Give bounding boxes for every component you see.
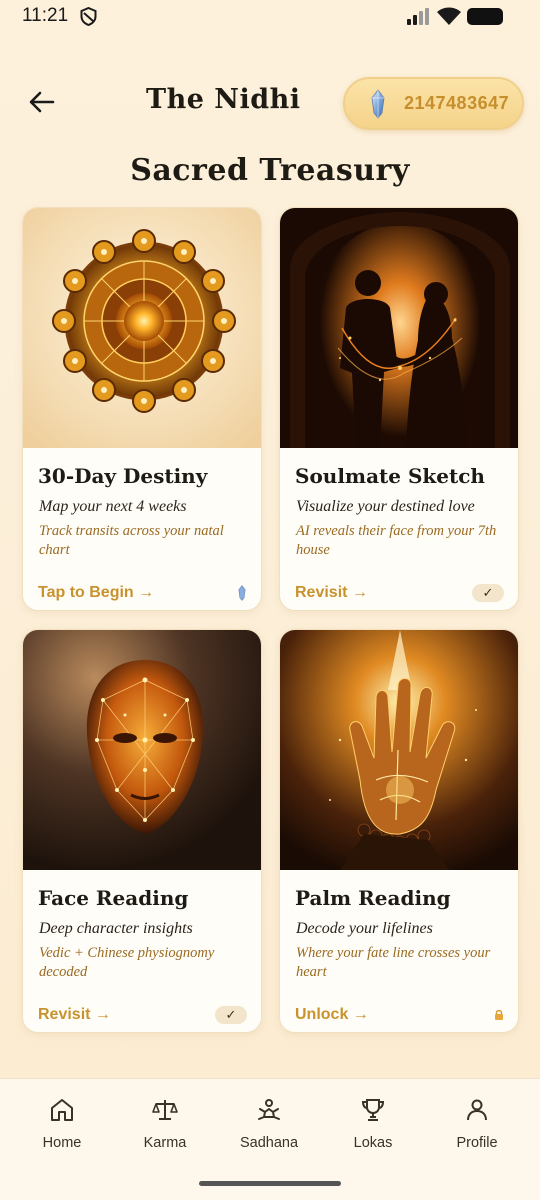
scales-icon: [152, 1100, 178, 1120]
glowing-palm-image: [280, 630, 518, 870]
person-icon: [467, 1099, 487, 1121]
locked-badge: [494, 1006, 504, 1024]
trophy-icon: [361, 1099, 385, 1121]
status-bar: 11:21: [0, 0, 540, 34]
crystal-icon: [238, 585, 246, 601]
arrow-left-icon: [29, 91, 55, 113]
nav-label: Lokas: [353, 1135, 393, 1151]
card-subtitle: Map your next 4 weeks: [39, 498, 187, 515]
card-face-reading[interactable]: Face Reading Deep character insights Ved…: [22, 629, 262, 1033]
card-title: Palm Reading: [295, 886, 451, 910]
card-subtitle: Decode your lifelines: [296, 920, 433, 937]
home-indicator[interactable]: [199, 1181, 341, 1186]
coin-value: 2147483647: [404, 93, 510, 113]
lock-icon: [495, 1009, 503, 1020]
card-description: Vedic + Chinese physiognomy decoded: [39, 945, 215, 980]
wifi-icon: [437, 7, 461, 25]
card-soulmate-sketch[interactable]: Soulmate Sketch Visualize your destined …: [279, 207, 519, 611]
card-title: Face Reading: [38, 886, 189, 910]
back-button[interactable]: [26, 86, 58, 118]
nav-label: Profile: [456, 1135, 498, 1151]
nav-lokas[interactable]: Lokas: [323, 1097, 423, 1151]
meditation-icon: [258, 1099, 280, 1120]
card-description: AI reveals their face from your 7th hous…: [296, 523, 497, 558]
crystal-icon: [371, 89, 385, 119]
card-subtitle: Deep character insights: [39, 920, 193, 937]
card-30-day-destiny[interactable]: 30-Day Destiny Map your next 4 weeks Tra…: [22, 207, 262, 611]
revisit-button[interactable]: Revisit →: [38, 1006, 111, 1024]
page-title: The Nidhi: [146, 84, 301, 115]
coin-balance-button[interactable]: 2147483647: [343, 77, 524, 130]
nav-label: Karma: [143, 1135, 187, 1151]
nav-profile[interactable]: Profile: [427, 1097, 527, 1151]
status-time: 11:21: [22, 5, 69, 26]
zodiac-wheel-image: [23, 208, 261, 448]
home-icon: [51, 1099, 73, 1121]
soulmate-couple-image: [280, 208, 518, 448]
battery-icon: [467, 8, 503, 25]
tap-to-begin-button[interactable]: Tap to Begin →: [38, 584, 154, 602]
nav-home[interactable]: Home: [12, 1097, 112, 1151]
card-subtitle: Visualize your destined love: [296, 498, 475, 515]
unlock-button[interactable]: Unlock →: [295, 1006, 369, 1024]
crystal-badge: [237, 584, 247, 602]
card-palm-reading[interactable]: Palm Reading Decode your lifelines Where…: [279, 629, 519, 1033]
nav-karma[interactable]: Karma: [115, 1097, 215, 1151]
nav-sadhana[interactable]: Sadhana: [219, 1097, 319, 1151]
completed-badge: ✓: [215, 1006, 247, 1024]
check-icon: ✓: [472, 584, 504, 602]
glowing-face-image: [23, 630, 261, 870]
nav-label: Sadhana: [239, 1135, 299, 1151]
section-title: Sacred Treasury: [130, 153, 410, 188]
card-title: Soulmate Sketch: [295, 464, 485, 488]
check-icon: ✓: [215, 1006, 247, 1024]
shield-icon: [80, 7, 97, 26]
card-title: 30-Day Destiny: [38, 464, 208, 488]
card-description: Where your fate line crosses your heart: [296, 945, 491, 980]
completed-badge: ✓: [472, 584, 504, 602]
card-description: Track transits across your natal chart: [39, 523, 224, 558]
signal-icon: [407, 8, 429, 25]
nav-label: Home: [42, 1135, 82, 1151]
revisit-button[interactable]: Revisit →: [295, 584, 368, 602]
